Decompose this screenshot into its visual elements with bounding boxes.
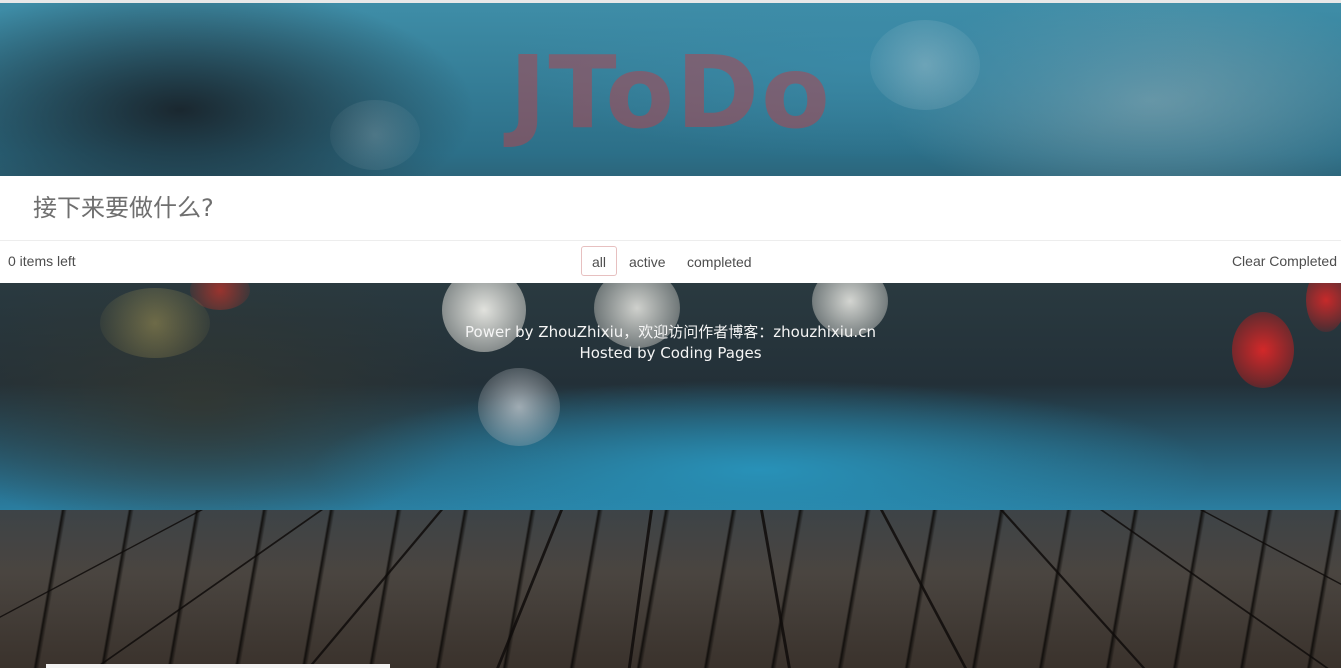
credits-hosting-line: Hosted by Coding Pages — [579, 344, 762, 362]
filter-active[interactable]: active — [622, 246, 673, 276]
new-todo-input[interactable] — [0, 176, 1341, 240]
wooden-floor — [0, 510, 1341, 668]
todo-panel: 0 items left all active completed Clear … — [0, 176, 1341, 283]
bokeh-light — [478, 368, 560, 446]
scrollbar-thumb[interactable] — [46, 664, 390, 668]
todo-footer: 0 items left all active completed Clear … — [0, 241, 1341, 283]
credits-author-line: Power by ZhouZhixiu，欢迎访问作者博客：zhouzhixiu.… — [465, 323, 876, 341]
filter-completed[interactable]: completed — [680, 246, 759, 276]
clear-completed-button[interactable]: Clear Completed — [1232, 253, 1337, 269]
app-title: JToDo — [509, 34, 832, 151]
page-credits: Power by ZhouZhixiu，欢迎访问作者博客：zhouzhixiu.… — [0, 322, 1341, 364]
items-left-count: 0 items left — [8, 253, 76, 269]
app-window: JToDo 0 items left all active completed … — [0, 0, 1341, 668]
header: JToDo — [0, 3, 1341, 176]
filter-all[interactable]: all — [581, 246, 617, 276]
